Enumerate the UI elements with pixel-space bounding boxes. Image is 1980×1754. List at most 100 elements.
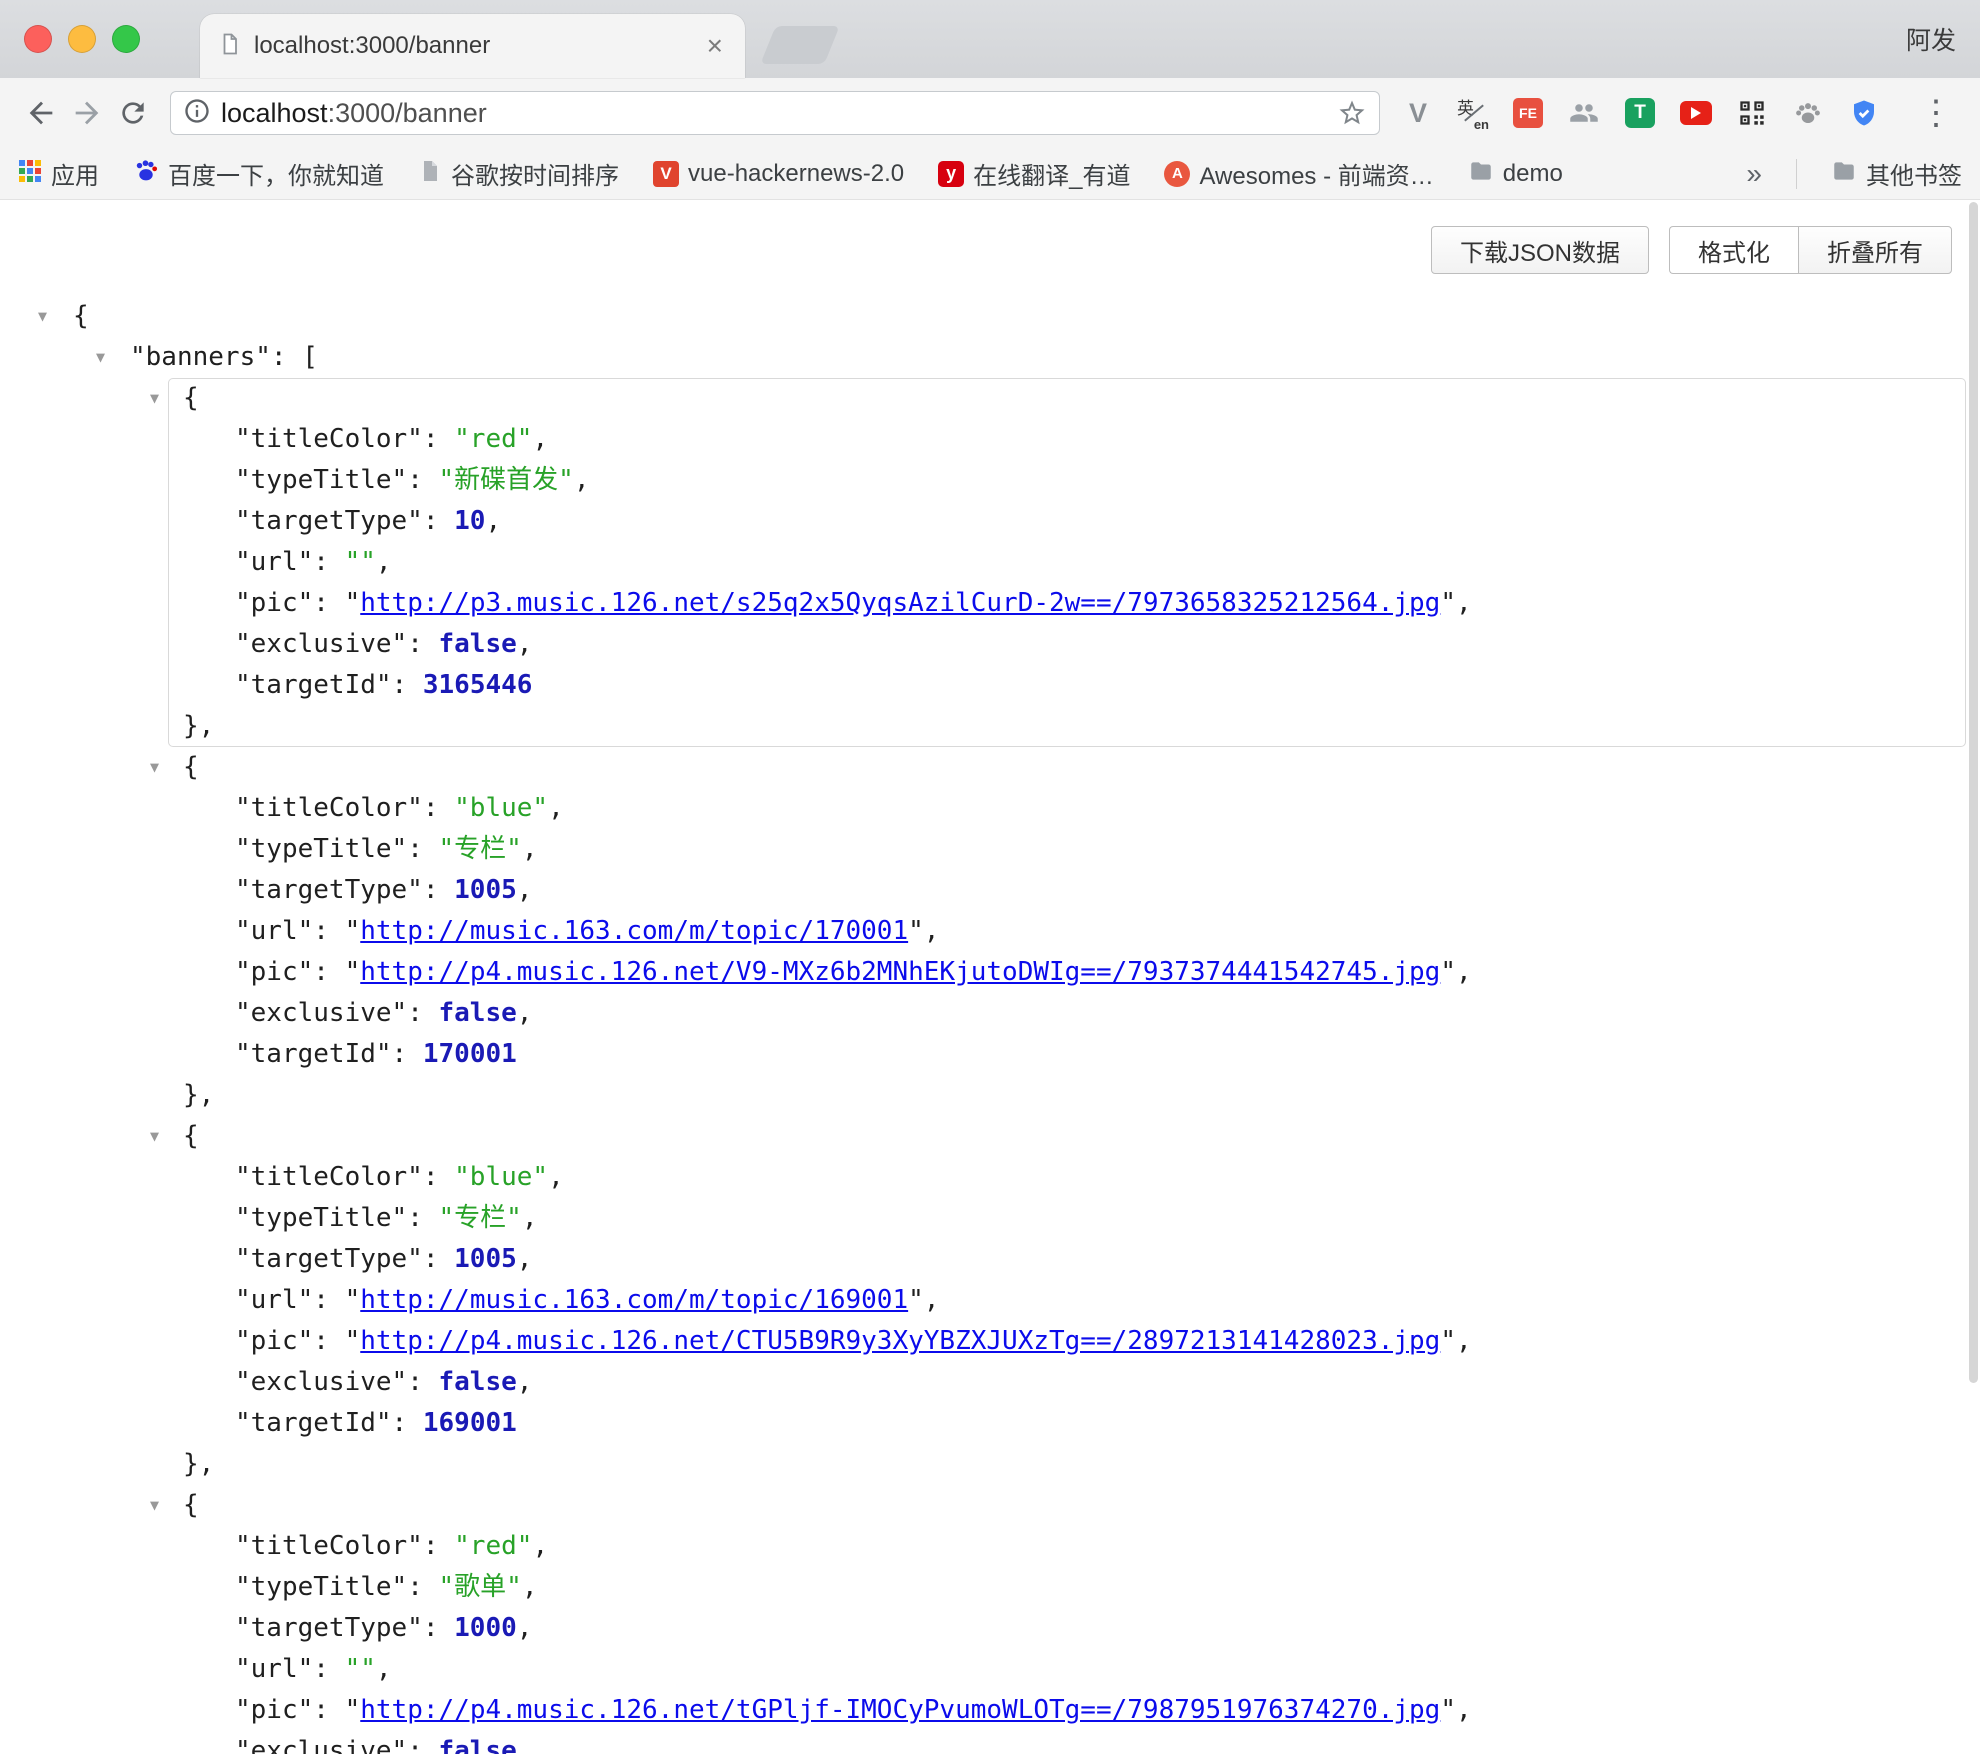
collapse-triangle-icon[interactable]: ▼ [150,1116,159,1157]
extension-t-shield-icon[interactable]: T [1622,95,1658,131]
json-url-link[interactable]: http://p4.music.126.net/CTU5B9R9y3XyYBZX… [360,1326,1440,1356]
bookmark-awesomes[interactable]: A Awesomes - 前端资… [1164,156,1433,191]
json-punctuation: : [392,1039,423,1069]
json-punctuation: : [423,793,454,823]
json-number-value: false [439,629,517,659]
json-punctuation: " [1440,588,1456,618]
json-punctuation: : [423,1244,454,1274]
bookmark-youdao[interactable]: y 在线翻译_有道 [938,156,1130,191]
scrollbar[interactable] [1966,200,1980,1754]
back-button[interactable] [18,90,64,136]
forward-button[interactable] [64,90,110,136]
json-punctuation: , [522,1572,538,1602]
json-punctuation: { [183,383,199,413]
json-key: "pic" [235,588,313,618]
json-object: ▼{"titleColor": "blue","typeTitle": "专栏"… [0,1116,1980,1485]
url-text[interactable]: localhost:3000/banner [221,98,487,129]
bookmark-baidu[interactable]: 百度一下，你就知道 [133,156,384,191]
scrollbar-thumb[interactable] [1969,202,1978,1383]
extension-paw-icon[interactable] [1790,95,1826,131]
new-tab-button[interactable] [760,26,839,64]
json-number-value: 1005 [454,875,517,905]
collapse-triangle-icon[interactable]: ▼ [150,378,159,419]
download-json-button[interactable]: 下载JSON数据 [1431,226,1649,274]
format-button[interactable]: 格式化 [1669,226,1798,274]
browser-tab[interactable]: localhost:3000/banner × [200,14,745,78]
json-line: "exclusive": false [0,1731,1980,1754]
address-bar[interactable]: localhost:3000/banner [170,91,1380,135]
page-info-icon[interactable] [183,97,211,130]
json-key: "typeTitle" [235,1572,407,1602]
tab-strip: localhost:3000/banner × 阿发 [0,0,1980,78]
bookmark-vue-hackernews[interactable]: V vue-hackernews-2.0 [653,160,904,188]
reload-button[interactable] [110,90,156,136]
extension-shield-icon[interactable] [1846,95,1882,131]
json-number-value: 1000 [454,1613,517,1643]
json-number-value: 10 [454,506,485,536]
bookmark-demo-folder[interactable]: demo [1468,158,1563,189]
json-key: "titleColor" [235,1531,423,1561]
extension-people-icon[interactable] [1566,95,1602,131]
tab-close-icon[interactable]: × [703,32,727,60]
extension-qrcode-icon[interactable] [1734,95,1770,131]
json-punctuation: " [345,1326,361,1356]
bookmark-label: vue-hackernews-2.0 [688,160,904,188]
bookmark-apps[interactable]: 应用 [18,156,99,191]
bookmarks-overflow-chevron[interactable]: » [1746,158,1762,190]
json-url-link[interactable]: http://p4.music.126.net/V9-MXz6b2MNhEKju… [360,957,1440,987]
zoom-window-button[interactable] [112,25,140,53]
collapse-triangle-icon[interactable]: ▼ [150,747,159,788]
json-line: "pic": "http://p4.music.126.net/CTU5B9R9… [0,1321,1980,1362]
apps-grid-icon [18,159,42,188]
json-punctuation: " [908,1285,924,1315]
json-line: "targetType": 10, [0,501,1980,542]
json-punctuation: " [1440,1695,1456,1725]
json-url-link[interactable]: http://p4.music.126.net/tGPljf-IMOCyPvum… [360,1695,1440,1725]
json-punctuation: , [517,629,533,659]
json-line: "exclusive": false, [0,1362,1980,1403]
bookmark-star-icon[interactable] [1337,98,1367,128]
json-punctuation: , [532,1531,548,1561]
json-string-value: "专栏" [439,1203,522,1233]
extension-translate-icon[interactable]: 英en [1456,96,1490,130]
collapse-all-button[interactable]: 折叠所有 [1798,226,1952,274]
json-line: "typeTitle": "新碟首发", [0,460,1980,501]
chrome-menu-icon[interactable]: ⋮ [1916,93,1956,133]
other-bookmarks[interactable]: 其他书签 [1831,156,1962,191]
json-punctuation: : [407,834,438,864]
minimize-window-button[interactable] [68,25,96,53]
json-line: "exclusive": false, [0,624,1980,665]
json-line: ▼{ [0,1116,1980,1157]
youdao-icon: y [938,161,964,187]
close-window-button[interactable] [24,25,52,53]
json-punctuation: : [392,670,423,700]
collapse-triangle-icon[interactable]: ▼ [96,337,105,378]
extension-fe-icon[interactable]: FE [1510,95,1546,131]
json-punctuation: : [407,1203,438,1233]
bookmarks-bar: 应用 百度一下，你就知道 谷歌按时间排序 V vue-hackernews-2.… [0,148,1980,200]
extension-vimium-icon[interactable]: V [1400,95,1436,131]
json-line: ▼{ [0,296,1980,337]
json-punctuation: " [345,588,361,618]
json-punctuation: }, [183,711,214,741]
json-punctuation: }, [183,1080,214,1110]
json-line: "url": "", [0,542,1980,583]
json-punctuation: : [423,1531,454,1561]
collapse-triangle-icon[interactable]: ▼ [150,1485,159,1526]
json-punctuation: , [548,793,564,823]
collapse-triangle-icon[interactable]: ▼ [38,296,47,337]
json-number-value: 3165446 [423,670,533,700]
bookmark-google-sort[interactable]: 谷歌按时间排序 [418,156,619,191]
json-punctuation: : [407,998,438,1028]
json-punctuation: : [313,1326,344,1356]
profile-name[interactable]: 阿发 [1906,0,1956,78]
json-line: "pic": "http://p4.music.126.net/V9-MXz6b… [0,952,1980,993]
json-url-link[interactable]: http://music.163.com/m/topic/169001 [360,1285,908,1315]
extension-youtube-icon[interactable] [1678,95,1714,131]
json-url-link[interactable]: http://music.163.com/m/topic/170001 [360,916,908,946]
bookmark-label: 百度一下，你就知道 [168,156,384,191]
json-punctuation: , [548,1162,564,1192]
json-line: "typeTitle": "专栏", [0,829,1980,870]
json-line: "targetId": 3165446 [0,665,1980,706]
json-url-link[interactable]: http://p3.music.126.net/s25q2x5QyqsAzilC… [360,588,1440,618]
